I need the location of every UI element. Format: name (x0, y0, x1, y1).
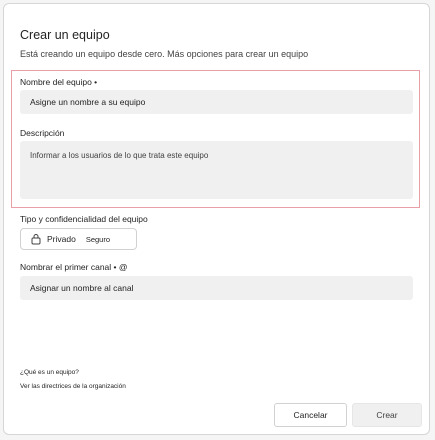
channel-label: Nombrar el primer canal • @ (20, 262, 128, 272)
what-is-team-link[interactable]: ¿Qué es un equipo? (20, 369, 79, 376)
cancel-button[interactable]: Cancelar (274, 403, 347, 427)
privacy-sublabel: Seguro (85, 234, 111, 244)
org-guidelines-link[interactable]: Ver las directrices de la organización (20, 383, 126, 390)
description-label: Descripción (20, 128, 65, 138)
team-name-label: Nombre del equipo • (20, 77, 98, 87)
privacy-selector[interactable]: Privado Seguro (20, 228, 137, 250)
privacy-label: Tipo y confidencialidad del equipo (20, 214, 148, 224)
create-team-dialog: Crear un equipo Está creando un equipo d… (3, 3, 430, 435)
privacy-value: Privado (47, 234, 76, 244)
channel-input[interactable]: Asignar un nombre al canal (20, 276, 413, 300)
description-input[interactable]: Informar a los usuarios de lo que trata … (20, 141, 413, 199)
dialog-subtitle: Está creando un equipo desde cero. Más o… (20, 49, 309, 59)
create-button[interactable]: Crear (352, 403, 422, 427)
lock-icon (31, 234, 41, 245)
team-name-input[interactable]: Asigne un nombre a su equipo (20, 90, 413, 114)
dialog-title: Crear un equipo (20, 28, 110, 42)
